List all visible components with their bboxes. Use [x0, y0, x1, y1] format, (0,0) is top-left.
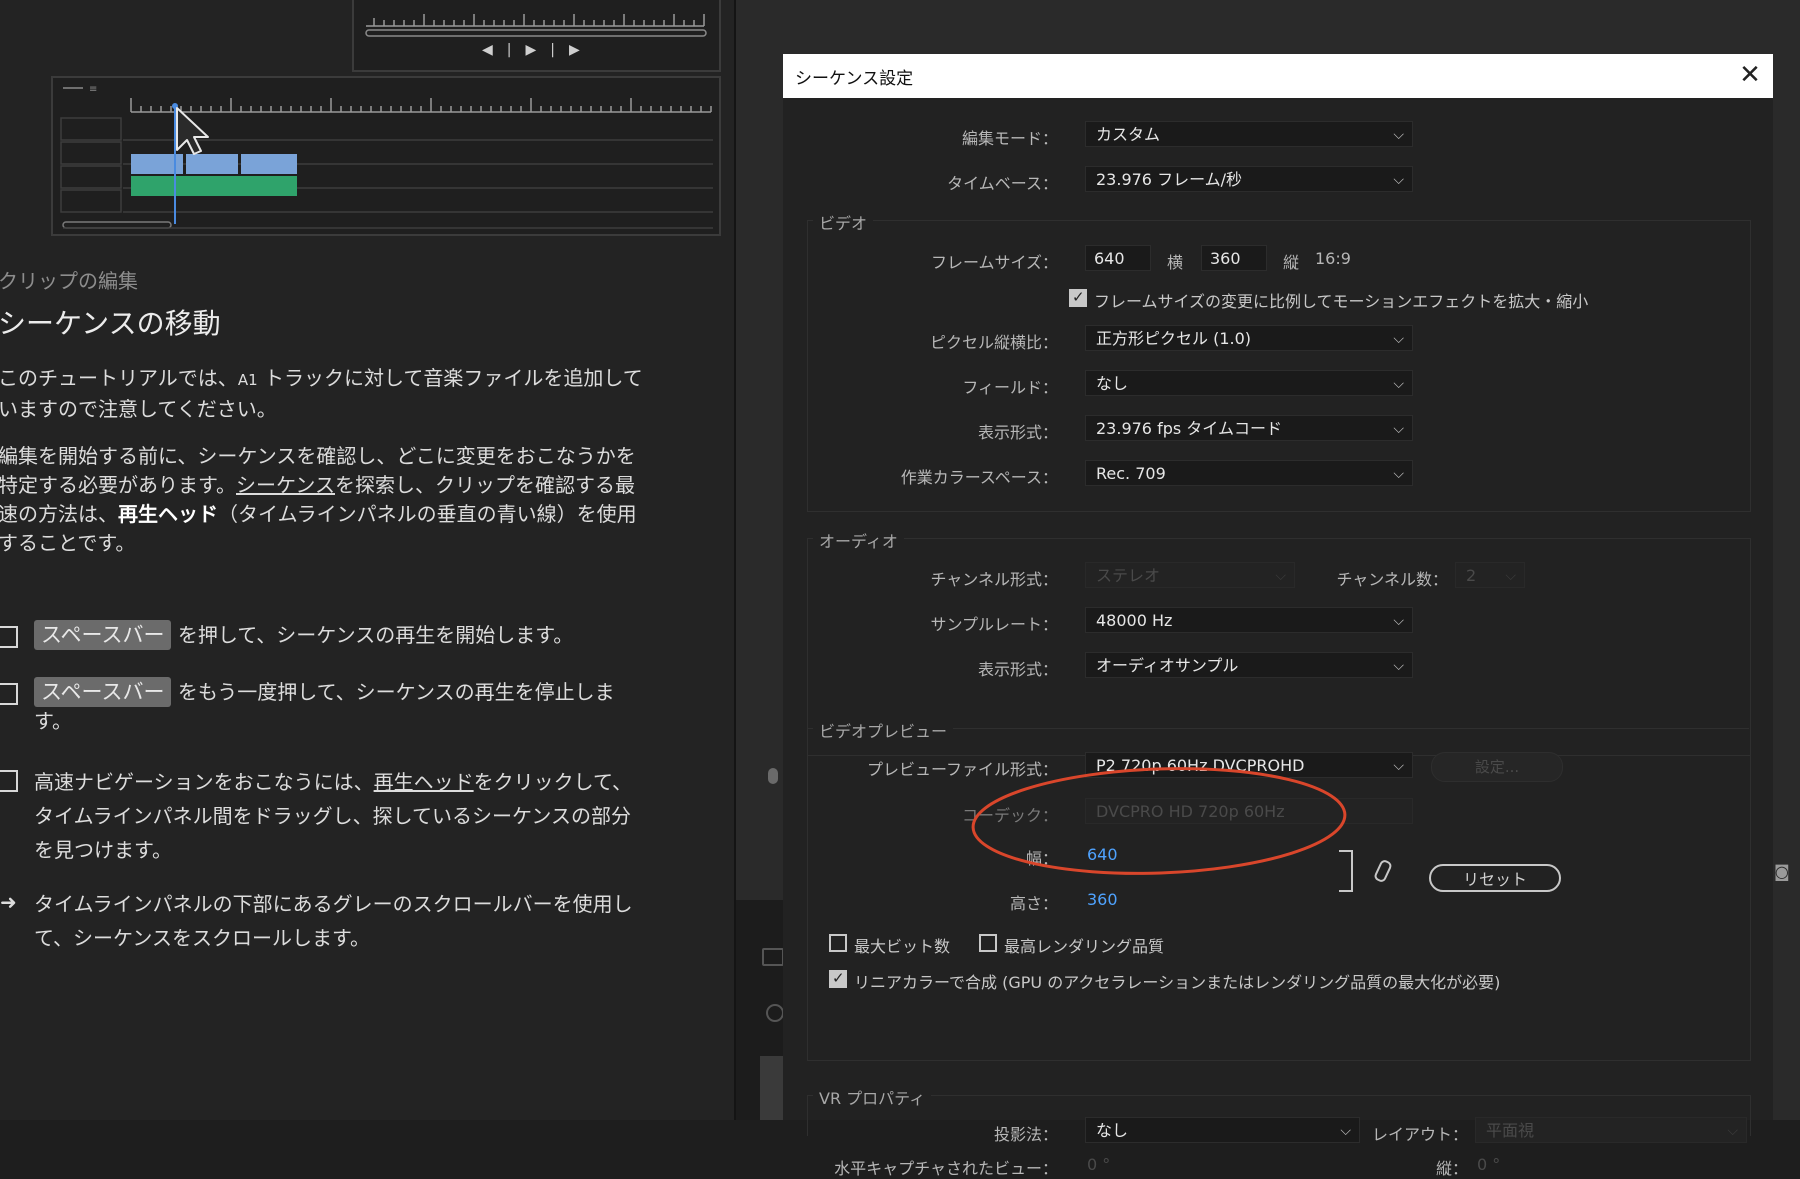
sample-rate-select[interactable]: 48000 Hz ⌵	[1085, 607, 1413, 633]
monitor-illustration: ◀|▶|▶	[352, 0, 721, 72]
chevron-down-icon: ⌵	[1393, 421, 1404, 437]
audio-display-select[interactable]: オーディオサンプル ⌵	[1085, 652, 1413, 678]
frame-width-input[interactable]: 640	[1085, 245, 1151, 271]
edit-mode-label: 編集モード：	[961, 129, 1058, 148]
folder-icon	[762, 948, 784, 966]
step4-text: タイムラインパネルの下部にあるグレーのスクロールバーを使用し て、シーケンスをス…	[34, 892, 633, 950]
tutorial-panel: ◀|▶|▶ ≡ クリップの編集 シーケンスの移動 このチュートリアルでは、A1 …	[0, 0, 736, 1120]
timebase-select[interactable]: 23.976 フレーム/秒 ⌵	[1085, 166, 1413, 192]
audio-group-title: オーディオ	[813, 528, 904, 552]
scale-motion-checkbox[interactable]	[1069, 288, 1087, 307]
linear-color-label: リニアカラーで合成 (GPU のアクセラレーションまたはレンダリング品質の最大化…	[854, 973, 1501, 992]
chevron-down-icon: ⌵	[1275, 568, 1286, 584]
channel-count-select: 2 ⌵	[1455, 562, 1525, 588]
camera-icon[interactable]: ◙	[1774, 862, 1800, 881]
chevron-down-icon: ⌵	[1340, 1123, 1351, 1139]
channel-format-select: ステレオ ⌵	[1085, 562, 1295, 588]
aspect-ratio-text: 16:9	[1315, 249, 1351, 268]
projection-select[interactable]: なし ⌵	[1085, 1117, 1360, 1143]
spacebar-key: スペースバー	[34, 620, 172, 650]
layout-label: レイアウト：	[1371, 1125, 1468, 1144]
chevron-down-icon: ⌵	[1393, 658, 1404, 674]
max-render-quality-checkbox[interactable]	[979, 934, 997, 952]
video-group-title: ビデオ	[813, 210, 874, 234]
step2-text: スペースバー をもう一度押して、シーケンスの再生を停止しま す。	[34, 677, 724, 736]
svg-text:≡: ≡	[89, 84, 97, 95]
dialog-titlebar: シーケンス設定 ✕	[783, 54, 1773, 98]
chevron-down-icon: ⌵	[1505, 568, 1516, 584]
step-forward-icon[interactable]: |▶	[550, 42, 593, 58]
max-render-quality-label: 最高レンダリング品質	[1004, 937, 1165, 956]
edit-mode-select[interactable]: カスタム ⌵	[1085, 121, 1413, 147]
sequence-link[interactable]: シーケンス	[236, 473, 335, 497]
chevron-down-icon: ⌵	[1393, 331, 1404, 347]
channel-format-label: チャンネル形式：	[930, 570, 1058, 589]
max-bit-depth-label: 最大ビット数	[854, 937, 951, 956]
timeline-illustration: ≡	[51, 76, 721, 236]
chevron-down-icon: ⌵	[1393, 376, 1404, 392]
scale-motion-label: フレームサイズの変更に比例してモーションエフェクトを拡大・縮小	[1094, 292, 1589, 311]
linear-color-checkbox[interactable]	[829, 969, 847, 988]
pixel-aspect-select[interactable]: 正方形ピクセル (1.0) ⌵	[1085, 325, 1413, 351]
playhead-link[interactable]: 再生ヘッド	[374, 770, 474, 794]
vertical-value: 0 °	[1477, 1155, 1501, 1174]
section-title: シーケンスの移動	[0, 307, 221, 340]
step-back-icon[interactable]: ◀|	[482, 42, 525, 58]
arrow-icon: ➜	[0, 890, 17, 914]
vertical-label: 縦：	[1435, 1159, 1468, 1178]
frame-height-unit: 縦	[1283, 253, 1300, 272]
preview-height-label: 高さ：	[1009, 894, 1058, 913]
fields-label: フィールド：	[962, 378, 1058, 397]
reset-button[interactable]: リセット	[1429, 864, 1561, 892]
step1-text: スペースバー を押して、シーケンスの再生を開始します。	[34, 620, 724, 650]
step2-checkbox[interactable]	[0, 683, 18, 705]
sequence-settings-dialog: シーケンス設定 ✕ 編集モード： カスタム ⌵ タイムベース： 23.976 フレ…	[783, 54, 1773, 1178]
preview-settings-button: 設定...	[1431, 752, 1563, 782]
pixel-aspect-label: ピクセル縦横比：	[929, 333, 1058, 352]
video-display-select[interactable]: 23.976 fps タイムコード ⌵	[1085, 415, 1413, 441]
search-icon	[766, 1004, 784, 1022]
colorspace-label: 作業カラースペース：	[900, 468, 1058, 487]
h-capture-value: 0 °	[1087, 1155, 1111, 1174]
max-bit-depth-checkbox[interactable]	[829, 934, 847, 952]
step3-checkbox[interactable]	[0, 770, 18, 792]
step1-checkbox[interactable]	[0, 626, 18, 648]
close-icon[interactable]: ✕	[1733, 58, 1767, 92]
chevron-down-icon: ⌵	[1393, 613, 1404, 629]
chevron-down-icon: ⌵	[1393, 758, 1404, 774]
audio-display-label: 表示形式：	[977, 660, 1058, 679]
explain-paragraph: 編集を開始する前に、シーケンスを確認し、どこに変更をおこなうかを 特定する必要が…	[0, 444, 637, 555]
play-icon[interactable]: ▶	[525, 42, 550, 58]
h-capture-label: 水平キャプチャされたビュー：	[834, 1159, 1058, 1178]
frame-size-label: フレームサイズ：	[930, 253, 1058, 272]
fields-select[interactable]: なし ⌵	[1085, 370, 1413, 396]
video-preview-group-title: ビデオプレビュー	[813, 718, 954, 742]
monitor-ruler	[365, 14, 707, 37]
chevron-down-icon: ⌵	[1393, 127, 1404, 143]
channel-count-label: チャンネル数：	[1336, 570, 1448, 589]
dialog-title: シーケンス設定	[795, 69, 914, 89]
section-breadcrumb: クリップの編集	[0, 269, 138, 293]
vr-group-title: VR プロパティ	[813, 1085, 932, 1109]
timebase-label: タイムベース：	[947, 174, 1058, 193]
chevron-down-icon: ⌵	[1727, 1123, 1738, 1139]
step3-text: 高速ナビゲーションをおこなうには、再生ヘッドをクリックして、 タイムラインパネル…	[34, 770, 633, 862]
preview-height-value[interactable]: 360	[1087, 890, 1118, 909]
chevron-down-icon: ⌵	[1393, 172, 1404, 188]
projection-label: 投影法：	[993, 1125, 1058, 1144]
transport-controls[interactable]: ◀|▶|▶	[482, 42, 602, 58]
chevron-down-icon: ⌵	[1393, 466, 1404, 482]
spacebar-key: スペースバー	[34, 677, 172, 707]
scroll-handle[interactable]	[768, 768, 778, 784]
timeline-drawing: ≡	[60, 84, 713, 229]
frame-width-unit: 横	[1167, 253, 1184, 272]
colorspace-select[interactable]: Rec. 709 ⌵	[1085, 460, 1413, 486]
layout-select: 平面視 ⌵	[1475, 1117, 1747, 1143]
preview-format-highlight	[971, 767, 1347, 875]
intro-paragraph: このチュートリアルでは、A1 トラックに対して音楽ファイルを追加して いますので…	[0, 366, 643, 421]
sample-rate-label: サンプルレート：	[930, 615, 1058, 634]
video-display-label: 表示形式：	[977, 423, 1058, 442]
frame-height-input[interactable]: 360	[1201, 245, 1267, 271]
